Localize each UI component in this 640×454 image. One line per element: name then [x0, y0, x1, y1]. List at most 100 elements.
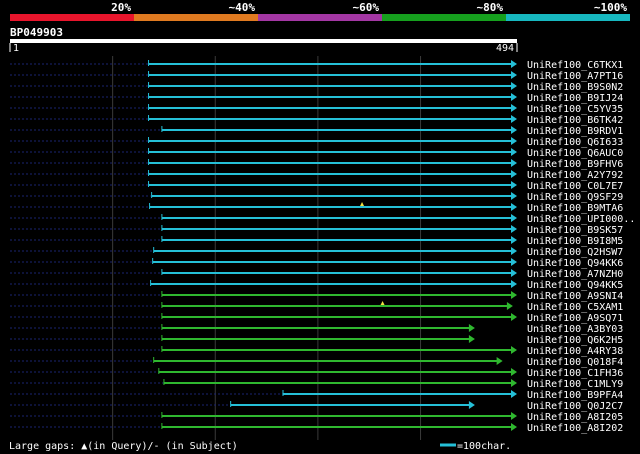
hit-label[interactable]: UniRef100_C6TKX1	[527, 60, 623, 71]
hit-label[interactable]: UniRef100_Q018F4	[527, 357, 623, 368]
scale-label: ~60%	[353, 1, 380, 14]
hit-arrowhead	[468, 401, 475, 409]
hit-label[interactable]: UniRef100_Q2HSW7	[527, 247, 623, 258]
hit-row[interactable]: UniRef100_Q6I633	[10, 137, 623, 148]
hit-row[interactable]: UniRef100_B6TK42	[10, 115, 623, 126]
hit-label[interactable]: UniRef100_A8I205	[527, 412, 623, 423]
hit-label[interactable]: UniRef100_C5XAM1	[527, 302, 623, 313]
query-name: BP049903	[10, 26, 63, 39]
hit-row[interactable]: UniRef100_A9SQ71	[10, 313, 623, 324]
hit-list: UniRef100_C6TKX1UniRef100_A7PT16UniRef10…	[10, 60, 635, 434]
scale-label: ~40%	[229, 1, 256, 14]
hit-row[interactable]: UniRef100_Q94KK5	[10, 280, 623, 291]
hit-label[interactable]: UniRef100_B9SK57	[527, 225, 623, 236]
hit-label[interactable]: UniRef100_B9IJ24	[527, 93, 623, 104]
hit-label[interactable]: UniRef100_Q6I633	[527, 137, 623, 148]
hit-arrowhead	[511, 423, 517, 431]
hit-arrowhead	[511, 313, 517, 321]
hit-row[interactable]: UniRef100_A7NZH0	[10, 269, 623, 280]
hit-label[interactable]: UniRef100_B9FHV6	[527, 159, 623, 170]
hit-label[interactable]: UniRef100_C0L7E7	[527, 181, 623, 192]
hit-row[interactable]: UniRef100_C0L7E7	[10, 181, 623, 192]
hit-label[interactable]: UniRef100_B9S0N2	[527, 82, 623, 93]
hit-label[interactable]: UniRef100_Q9SF29	[527, 192, 623, 203]
hit-label[interactable]: UniRef100_A3BY03	[527, 324, 623, 335]
gap-legend: Large gaps: ▲(in Query)/- (in Subject)	[9, 441, 238, 452]
hit-row[interactable]: UniRef100_B9SK57	[10, 225, 623, 236]
hit-row[interactable]: UniRef100_B9PFA4	[10, 390, 623, 401]
hit-row[interactable]: UniRef100_Q2HSW7	[10, 247, 623, 258]
hit-row[interactable]: UniRef100_B9MTA6	[10, 202, 623, 214]
scale-segment	[10, 14, 134, 21]
hit-arrowhead	[511, 159, 517, 167]
hit-arrowhead	[511, 104, 517, 112]
scale-segment	[258, 14, 382, 21]
hit-row[interactable]: UniRef100_C1FH36	[10, 368, 623, 379]
hit-row[interactable]: UniRef100_C1MLY9	[10, 379, 623, 390]
scale-segment	[382, 14, 506, 21]
hit-label[interactable]: UniRef100_A2Y792	[527, 170, 623, 181]
hit-arrowhead	[511, 390, 517, 398]
hit-label[interactable]: UniRef100_UPI000..	[527, 214, 635, 225]
hit-label[interactable]: UniRef100_C1MLY9	[527, 379, 623, 390]
hit-label[interactable]: UniRef100_B9PFA4	[527, 390, 623, 401]
hit-row[interactable]: UniRef100_A4RY38	[10, 346, 623, 357]
hit-row[interactable]: UniRef100_B9I8M5	[10, 236, 623, 247]
hit-label[interactable]: UniRef100_Q94KK5	[527, 280, 623, 291]
hit-row[interactable]: UniRef100_UPI000..	[10, 214, 635, 225]
hit-arrowhead	[511, 148, 517, 156]
hit-label[interactable]: UniRef100_Q0J2C7	[527, 401, 623, 412]
hit-row[interactable]: UniRef100_A3BY03	[10, 324, 623, 335]
ruler-end-label: 494	[496, 43, 514, 54]
hit-label[interactable]: UniRef100_A9SNI4	[527, 291, 623, 302]
hit-label[interactable]: UniRef100_Q94KK6	[527, 258, 623, 269]
blast-overview-diagram: 20% ~40% ~60% ~80% ~100% BP049903 1 494 UniR…	[9, 1, 635, 452]
hit-label[interactable]: UniRef100_B9MTA6	[527, 203, 623, 214]
hit-row[interactable]: UniRef100_Q0J2C7	[10, 401, 623, 412]
hit-arrowhead	[511, 346, 517, 354]
hit-row[interactable]: UniRef100_Q6AUC0	[10, 148, 623, 159]
hit-arrowhead	[511, 71, 517, 79]
hit-arrowhead	[511, 170, 517, 178]
hit-arrowhead	[511, 93, 517, 101]
hit-row[interactable]: UniRef100_B9S0N2	[10, 82, 623, 93]
hit-row[interactable]: UniRef100_A8I202	[10, 423, 623, 434]
ruler-start-label: 1	[13, 43, 19, 54]
hit-arrowhead	[511, 214, 517, 222]
hit-label[interactable]: UniRef100_Q6K2H5	[527, 335, 623, 346]
hit-row[interactable]: UniRef100_A2Y792	[10, 170, 623, 181]
hit-label[interactable]: UniRef100_A7NZH0	[527, 269, 623, 280]
hit-row[interactable]: UniRef100_A9SNI4	[10, 291, 623, 302]
hit-label[interactable]: UniRef100_B9I8M5	[527, 236, 623, 247]
hit-row[interactable]: UniRef100_A8I205	[10, 412, 623, 423]
query-ruler: 1 494	[9, 39, 518, 54]
hit-row[interactable]: UniRef100_C6TKX1	[10, 60, 623, 71]
hit-row[interactable]: UniRef100_B9FHV6	[10, 159, 623, 170]
hit-label[interactable]: UniRef100_C5YV35	[527, 104, 623, 115]
scale-segment	[506, 14, 630, 21]
hit-row[interactable]: UniRef100_C5XAM1	[10, 301, 623, 313]
hit-arrowhead	[468, 335, 475, 343]
hit-label[interactable]: UniRef100_A9SQ71	[527, 313, 623, 324]
hit-label[interactable]: UniRef100_B6TK42	[527, 115, 623, 126]
hit-row[interactable]: UniRef100_Q6K2H5	[10, 335, 623, 346]
hit-row[interactable]: UniRef100_B9IJ24	[10, 93, 623, 104]
hit-row[interactable]: UniRef100_Q9SF29	[10, 192, 623, 203]
hit-arrowhead	[511, 236, 517, 244]
hit-label[interactable]: UniRef100_A8I202	[527, 423, 623, 434]
hit-row[interactable]: UniRef100_Q94KK6	[10, 258, 623, 269]
hit-arrowhead	[511, 379, 517, 387]
hit-row[interactable]: UniRef100_B9RDV1	[10, 126, 623, 137]
hit-label[interactable]: UniRef100_Q6AUC0	[527, 148, 623, 159]
hit-label[interactable]: UniRef100_B9RDV1	[527, 126, 623, 137]
hit-row[interactable]: UniRef100_C5YV35	[10, 104, 623, 115]
hit-arrowhead	[511, 412, 517, 420]
hit-arrowhead	[496, 357, 503, 365]
scale-segment	[134, 14, 258, 21]
hit-label[interactable]: UniRef100_A4RY38	[527, 346, 623, 357]
hit-row[interactable]: UniRef100_Q018F4	[10, 357, 623, 368]
hit-label[interactable]: UniRef100_C1FH36	[527, 368, 623, 379]
hit-label[interactable]: UniRef100_A7PT16	[527, 71, 623, 82]
scale-label: 20%	[111, 1, 131, 14]
hit-row[interactable]: UniRef100_A7PT16	[10, 71, 623, 82]
